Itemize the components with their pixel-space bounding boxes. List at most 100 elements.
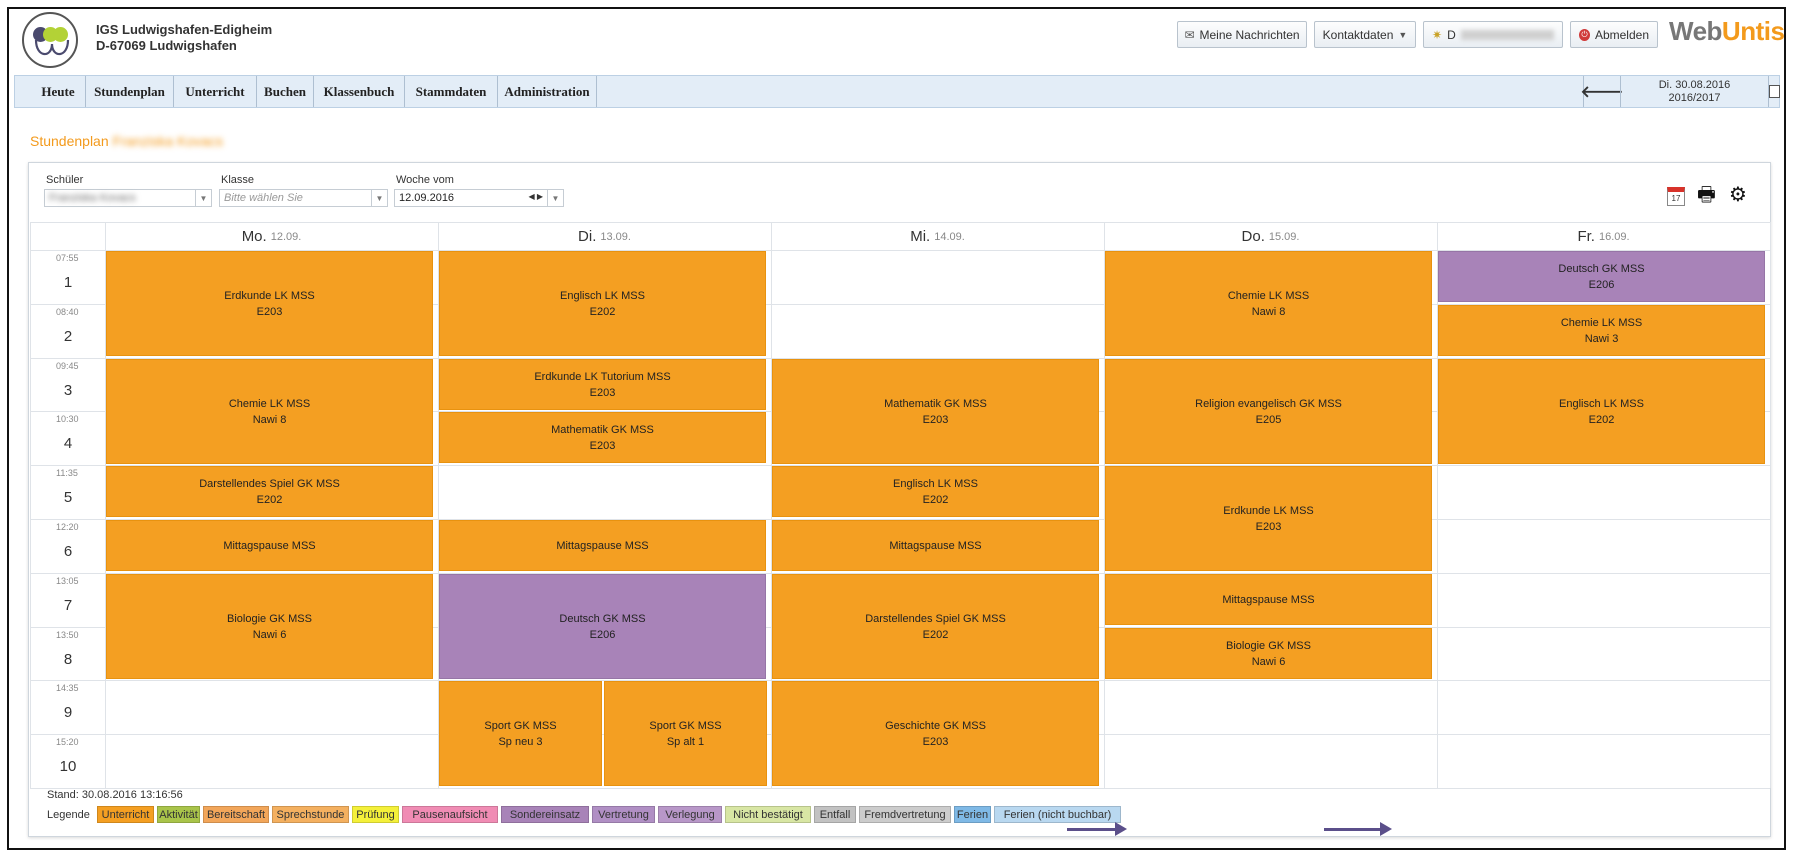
user-profile-button[interactable]: ✷ D [1423,21,1563,48]
envelope-icon: ✉ [1184,27,1195,42]
nav-stammdaten[interactable]: Stammdaten [405,76,498,107]
school-name-line2: D-67069 Ludwigshafen [96,38,237,53]
lesson-card[interactable]: Mathematik GK MSS E203 [439,412,766,463]
lesson-card[interactable]: Sport GK MSS Sp neu 3 [439,681,602,786]
period-number: 6 [63,543,73,560]
nav-unterricht[interactable]: Unterricht [174,76,257,107]
lesson-card[interactable]: Englisch LK MSS E202 [772,466,1099,517]
contact-button[interactable]: Kontaktdaten ▼ [1314,21,1416,48]
contact-label: Kontaktdaten [1322,27,1394,42]
lesson-room: E203 [589,439,616,452]
lesson-card[interactable]: Darstellendes Spiel GK MSS E202 [106,466,433,517]
lesson-room: Nawi 6 [252,628,287,641]
lesson-card[interactable]: Erdkunde LK MSS E203 [1105,466,1432,571]
chevron-down-icon: ▼ [547,190,563,206]
period-number: 7 [63,596,73,614]
calendar-icon[interactable]: 17 [1667,185,1685,206]
day-header-0: Mo. 12.09. [105,223,438,250]
legend-item: Ferien (nicht buchbar) [994,806,1121,823]
lesson-card[interactable]: Mittagspause MSS [106,520,433,571]
lesson-room: Nawi 3 [1584,332,1619,345]
lesson-subject: Chemie LK MSS [228,397,311,410]
lesson-room: E202 [922,628,949,641]
lesson-card[interactable]: Mittagspause MSS [1105,574,1432,625]
nav-stundenplan[interactable]: Stundenplan [86,76,174,107]
legend-item: Sondereinsatz [501,806,589,823]
calendar-button[interactable] [1768,76,1780,107]
day-header-3: Do. 15.09. [1104,223,1437,250]
lesson-card[interactable]: Mathematik GK MSS E203 [772,359,1099,464]
lesson-card[interactable]: Religion evangelisch GK MSS E205 [1105,359,1432,464]
lesson-card[interactable]: Deutsch GK MSS E206 [1438,251,1765,302]
lesson-room: E202 [1588,413,1615,426]
lesson-card[interactable]: Chemie LK MSS Nawi 3 [1438,305,1765,356]
week-date-input[interactable]: 12.09.2016 ◀ ▶ ▼ [394,189,564,207]
period-time: 09:45 [56,360,79,371]
lesson-subject: Mittagspause MSS [889,539,982,552]
lesson-card[interactable]: Chemie LK MSS Nawi 8 [106,359,433,464]
lesson-card[interactable]: Darstellendes Spiel GK MSS E202 [772,574,1099,679]
week-label: Woche vom [396,174,454,186]
lesson-card[interactable]: Erdkunde LK MSS E203 [106,251,433,356]
class-select[interactable]: Bitte wählen Sie ▼ [219,189,388,207]
period-number: 8 [63,650,73,668]
nav-buchen[interactable]: Buchen [257,76,314,107]
lesson-room: E203 [589,386,616,399]
lesson-subject: Chemie LK MSS [1560,316,1643,329]
legend-item: Vertretung [592,806,655,823]
gear-icon[interactable]: ⚙ [1729,185,1747,205]
lesson-room: E205 [1255,413,1282,426]
day-name: Fr. [1577,228,1595,245]
lesson-card[interactable]: Deutsch GK MSS E206 [439,574,766,679]
lesson-subject: Biologie GK MSS [227,612,312,625]
legend-item: Prüfung [352,806,399,823]
legend-item: Pausenaufsicht [402,806,498,823]
lesson-card[interactable]: Biologie GK MSS Nawi 6 [106,574,433,679]
legend-label: Legende [47,809,90,821]
lesson-card[interactable]: Mittagspause MSS [772,520,1099,571]
lesson-card[interactable]: Mittagspause MSS [439,520,766,571]
legend-item: Verlegung [658,806,722,823]
lesson-card[interactable]: Sport GK MSS Sp alt 1 [604,681,767,786]
lesson-room: E202 [922,493,949,506]
period-number: 3 [63,381,73,399]
lesson-card[interactable]: Erdkunde LK Tutorium MSS E203 [439,359,766,410]
lesson-card[interactable]: Geschichte GK MSS E203 [772,681,1099,786]
lesson-subject: Mittagspause MSS [223,539,316,552]
user-icon: ✷ [1432,27,1443,42]
nav-klassenbuch[interactable]: Klassenbuch [314,76,405,107]
nav-heute[interactable]: Heute [31,76,86,107]
logout-label: Abmelden [1594,27,1649,42]
logout-button[interactable]: ⏻ Abmelden [1570,21,1658,48]
printer-icon[interactable]: 🖶 [1697,185,1716,205]
lesson-card[interactable]: Chemie LK MSS Nawi 8 [1105,251,1432,356]
lesson-subject: Mittagspause MSS [1222,593,1315,606]
lesson-room: Nawi 8 [1251,305,1286,318]
student-select[interactable]: Franziska Kovacs ▼ [44,189,212,207]
page-title-text: Stundenplan [30,133,109,149]
period-time: 08:40 [56,306,79,317]
lesson-room: E202 [256,493,283,506]
day-name: Mo. [241,228,267,245]
caret-down-icon: ▼ [1398,29,1408,40]
back-button[interactable]: 🡐 [1581,76,1623,107]
school-year-label: 2016/2017 [1668,92,1721,104]
school-logo [22,12,78,68]
calculator-icon [1769,85,1780,98]
day-date: 14.09. [934,230,965,243]
messages-button[interactable]: ✉ Meine Nachrichten [1177,21,1307,48]
week-prev-next-icon[interactable]: ◀ ▶ [528,192,543,201]
period-time: 10:30 [56,414,79,425]
day-date: 16.09. [1598,230,1630,243]
grid-col-line [1770,222,1771,788]
lesson-card[interactable]: Englisch LK MSS E202 [439,251,766,356]
lesson-room: Nawi 8 [252,413,287,426]
lesson-card[interactable]: Biologie GK MSS Nawi 6 [1105,628,1432,679]
arrow-annotation-2 [1324,822,1392,836]
current-date: Di. 30.08.2016 2016/2017 [1620,76,1768,107]
brand-web: Web [1669,16,1722,46]
school-name-line1: IGS Ludwigshafen-Edigheim [96,22,273,37]
legend-item: Nicht bestätigt [725,806,811,823]
nav-administration[interactable]: Administration [498,76,597,107]
lesson-card[interactable]: Englisch LK MSS E202 [1438,359,1765,464]
